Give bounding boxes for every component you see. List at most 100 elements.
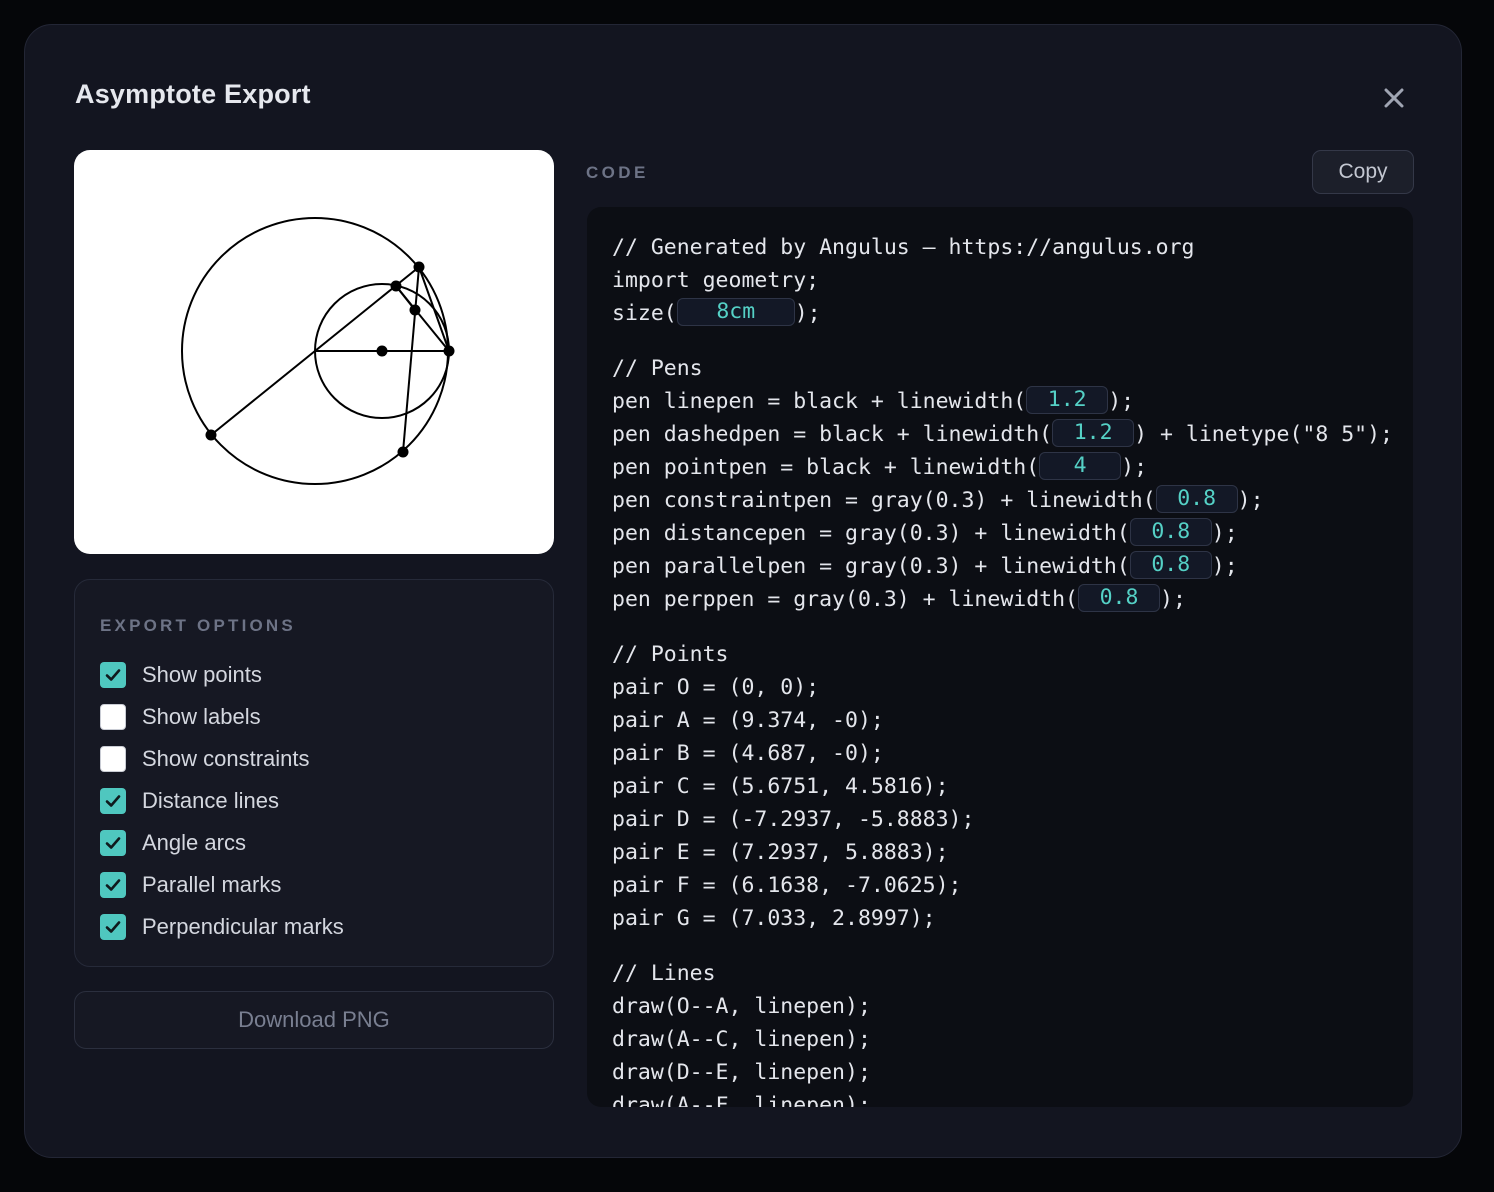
checkbox[interactable] xyxy=(100,914,126,940)
code-suffix: ); xyxy=(1211,521,1238,546)
export-options-heading: EXPORT OPTIONS xyxy=(100,616,296,635)
code-line: pen dashedpen = black + linewidth(1.2) +… xyxy=(612,418,1393,451)
copy-button[interactable]: Copy xyxy=(1312,150,1414,194)
dialog-title: Asymptote Export xyxy=(75,79,311,109)
code-line: pen constraintpen = gray(0.3) + linewidt… xyxy=(612,484,1393,517)
code-line: pair F = (6.1638, -7.0625); xyxy=(612,873,962,898)
code-suffix: ); xyxy=(1160,587,1186,612)
check-icon xyxy=(105,795,121,807)
code-line: pen perppen = gray(0.3) + linewidth(0.8)… xyxy=(612,583,1393,616)
code-suffix: ); xyxy=(794,301,821,326)
option-label: Show points xyxy=(142,662,262,687)
code-line: // Points xyxy=(612,642,729,667)
checkbox[interactable] xyxy=(100,830,126,856)
code-suffix: ) + linetype("8 5"); xyxy=(1134,422,1393,447)
close-icon xyxy=(1384,88,1404,108)
option-distance-lines[interactable]: Distance lines xyxy=(100,787,279,815)
asymptote-export-dialog: Asymptote Export EXPORT OPTIONS Show poi… xyxy=(24,24,1462,1158)
numeric-value-input[interactable]: 8cm xyxy=(676,298,795,326)
check-icon xyxy=(105,921,121,933)
point-B xyxy=(376,345,388,357)
code-prefix: pen distancepen = gray(0.3) + linewidth( xyxy=(612,521,1130,546)
code-line: pair O = (0, 0); xyxy=(612,675,820,700)
check-icon xyxy=(105,837,121,849)
numeric-value-input[interactable]: 1.2 xyxy=(1052,419,1135,447)
code-suffix: ); xyxy=(1211,554,1238,579)
point-D xyxy=(205,429,217,441)
point-E xyxy=(413,261,425,273)
code-line: pair C = (5.6751, 4.5816); xyxy=(612,774,949,799)
option-label: Angle arcs xyxy=(142,830,246,855)
code-line: pair D = (-7.2937, -5.8883); xyxy=(612,807,975,832)
code-line: size(8cm); xyxy=(612,297,1393,330)
code-line: draw(A--C, linepen); xyxy=(612,1027,871,1052)
numeric-value-input[interactable]: 0.8 xyxy=(1129,551,1212,579)
code-suffix: ); xyxy=(1121,455,1148,480)
point-A xyxy=(443,345,455,357)
checkbox[interactable] xyxy=(100,746,126,772)
option-label: Show constraints xyxy=(142,746,310,771)
code-prefix: size( xyxy=(612,301,677,326)
checkbox[interactable] xyxy=(100,872,126,898)
option-show-points[interactable]: Show points xyxy=(100,661,262,689)
code-gap xyxy=(612,330,1393,352)
code-line: draw(A--F, linepen); xyxy=(612,1093,871,1107)
option-perpendicular-marks[interactable]: Perpendicular marks xyxy=(100,913,344,941)
code-gap xyxy=(612,616,1393,638)
option-show-labels[interactable]: Show labels xyxy=(100,703,261,731)
code-prefix: pen dashedpen = black + linewidth( xyxy=(612,422,1053,447)
code-line: // Generated by Angulus — https://angulu… xyxy=(612,235,1195,260)
point-F xyxy=(397,446,409,458)
download-png-button[interactable]: Download PNG xyxy=(74,991,554,1049)
segment-AF xyxy=(418,266,450,352)
numeric-value-input[interactable]: 0.8 xyxy=(1078,584,1160,612)
code-line: pen parallelpen = gray(0.3) + linewidth(… xyxy=(612,550,1393,583)
check-icon xyxy=(105,669,121,681)
code-line: pair E = (7.2937, 5.8883); xyxy=(612,840,949,865)
code-line: pen linepen = black + linewidth(1.2); xyxy=(612,385,1393,418)
code-suffix: ); xyxy=(1108,389,1135,414)
option-label: Perpendicular marks xyxy=(142,914,344,939)
code-line: pair G = (7.033, 2.8997); xyxy=(612,906,936,931)
code-line: // Lines xyxy=(612,961,716,986)
code-suffix: ); xyxy=(1237,488,1264,513)
code-line: pen pointpen = black + linewidth(4); xyxy=(612,451,1393,484)
geometry-preview xyxy=(74,150,554,554)
numeric-value-input[interactable]: 1.2 xyxy=(1026,386,1109,414)
segment-EF xyxy=(402,266,420,453)
code-line: pair A = (9.374, -0); xyxy=(612,708,884,733)
option-label: Show labels xyxy=(142,704,261,729)
code-gap xyxy=(612,935,1393,957)
checkbox[interactable] xyxy=(100,662,126,688)
numeric-value-input[interactable]: 4 xyxy=(1039,452,1122,480)
code-prefix: pen linepen = black + linewidth( xyxy=(612,389,1027,414)
code-text: // Generated by Angulus — https://angulu… xyxy=(612,231,1393,1107)
option-label: Parallel marks xyxy=(142,872,282,897)
code-line: draw(D--E, linepen); xyxy=(612,1060,871,1085)
code-line: pair B = (4.687, -0); xyxy=(612,741,884,766)
code-label: CODE xyxy=(586,163,649,182)
code-prefix: pen perppen = gray(0.3) + linewidth( xyxy=(612,587,1078,612)
option-label: Distance lines xyxy=(142,788,279,813)
code-line: pen distancepen = gray(0.3) + linewidth(… xyxy=(612,517,1393,550)
check-icon xyxy=(105,879,121,891)
option-parallel-marks[interactable]: Parallel marks xyxy=(100,871,281,899)
preview-drawing xyxy=(181,217,455,485)
option-angle-arcs[interactable]: Angle arcs xyxy=(100,829,246,857)
numeric-value-input[interactable]: 0.8 xyxy=(1129,518,1212,546)
checkbox[interactable] xyxy=(100,788,126,814)
point-C xyxy=(390,280,402,292)
point-G xyxy=(409,304,421,316)
code-viewer[interactable]: // Generated by Angulus — https://angulu… xyxy=(587,207,1413,1107)
close-button[interactable] xyxy=(1379,83,1409,113)
code-prefix: pen parallelpen = gray(0.3) + linewidth( xyxy=(612,554,1130,579)
checkbox[interactable] xyxy=(100,704,126,730)
code-prefix: pen constraintpen = gray(0.3) + linewidt… xyxy=(612,488,1156,513)
export-options-panel: EXPORT OPTIONS Show points Show labels Sho… xyxy=(74,579,554,967)
code-line: draw(O--A, linepen); xyxy=(612,994,871,1019)
option-show-constraints[interactable]: Show constraints xyxy=(100,745,310,773)
code-line: // Pens xyxy=(612,356,703,381)
numeric-value-input[interactable]: 0.8 xyxy=(1155,485,1238,513)
code-prefix: pen pointpen = black + linewidth( xyxy=(612,455,1040,480)
code-line: import geometry; xyxy=(612,268,820,293)
